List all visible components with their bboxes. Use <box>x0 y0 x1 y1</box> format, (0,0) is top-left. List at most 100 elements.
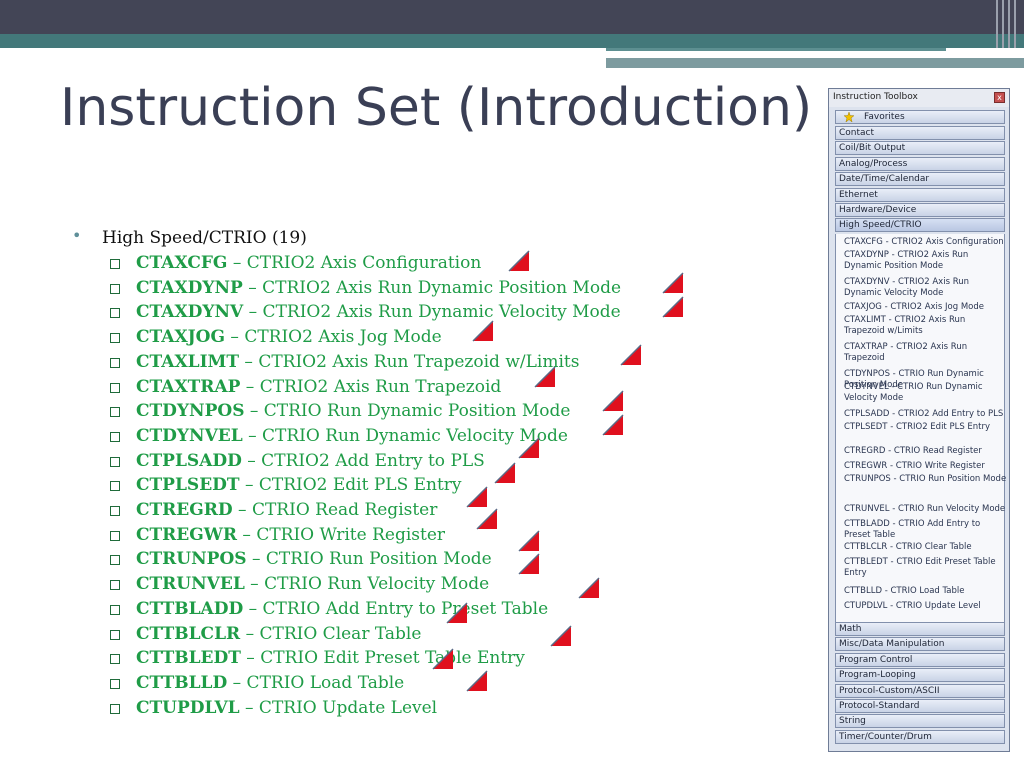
checkbox-bullet-icon <box>110 555 120 566</box>
category-label: Math <box>839 624 862 634</box>
category-label: Coil/Bit Output <box>839 143 906 154</box>
header-bar <box>0 0 1024 34</box>
instruction-desc: – CTRIO Run Velocity Mode <box>244 574 490 595</box>
instruction-line: CTAXLIMT – CTRIO2 Axis Run Trapezoid w/L… <box>136 352 579 372</box>
red-flag-marker-icon <box>518 553 540 575</box>
submenu-item[interactable]: CTUPDLVL - CTRIO Update Level <box>844 601 1008 612</box>
submenu-item[interactable]: CTAXJOG - CTRIO2 Axis Jog Mode <box>844 302 1008 313</box>
category-item[interactable]: Protocol-Standard <box>835 699 1005 713</box>
instruction-desc: – CTRIO Run Position Mode <box>246 549 492 570</box>
instruction-desc: – CTRIO Write Register <box>237 524 446 545</box>
instruction-desc: – CTRIO2 Axis Run Dynamic Velocity Mode <box>243 302 621 323</box>
category-item[interactable]: Misc/Data Manipulation <box>835 637 1005 652</box>
checkbox-bullet-icon <box>110 654 120 665</box>
checkbox-bullet-icon <box>110 431 120 442</box>
category-item[interactable]: Ethernet <box>835 187 1005 202</box>
checkbox-bullet-icon <box>110 481 120 492</box>
red-flag-marker-icon <box>550 625 572 647</box>
category-label: Contact <box>839 128 875 138</box>
header-accent-line <box>606 48 946 51</box>
category-item[interactable]: Analog/Process <box>835 156 1005 171</box>
instruction-line: CTRUNPOS – CTRIO Run Position Mode <box>136 549 492 569</box>
instruction-code: CTTBLCLR <box>136 623 241 644</box>
instruction-desc: – CTRIO2 Axis Run Dynamic Position Mode <box>242 277 622 298</box>
close-icon[interactable]: x <box>994 92 1005 103</box>
instruction-code: CTAXCFG <box>136 253 228 273</box>
category-favorites[interactable]: Favorites <box>835 110 1005 124</box>
submenu-item[interactable]: CTAXLIMT - CTRIO2 Axis Run Trapezoid w/L… <box>844 315 1008 337</box>
instruction-desc: – CTRIO2 Axis Run Trapezoid w/Limits <box>239 351 580 372</box>
instruction-desc: – CTRIO2 Axis Configuration <box>227 253 482 273</box>
category-item[interactable]: Math <box>835 622 1005 636</box>
red-flag-marker-icon <box>432 648 454 670</box>
checkbox-bullet-icon <box>110 703 120 714</box>
submenu-item[interactable]: CTTBLLD - CTRIO Load Table <box>844 586 1008 597</box>
submenu-item[interactable]: CTRUNVEL - CTRIO Run Velocity Mode <box>844 504 1008 515</box>
category-label: High Speed/CTRIO <box>839 220 922 231</box>
checkbox-bullet-icon <box>110 333 120 344</box>
instruction-desc: – CTRIO2 Edit PLS Entry <box>239 475 462 496</box>
submenu-item[interactable]: CTREGRD - CTRIO Read Register <box>844 446 1008 457</box>
category-item[interactable]: Program Control <box>835 652 1005 667</box>
instruction-code: CTAXDYNP <box>136 277 243 298</box>
checkbox-bullet-icon <box>110 382 120 393</box>
submenu-item[interactable]: CTAXTRAP - CTRIO2 Axis Run Trapezoid <box>844 342 1008 364</box>
star-icon <box>844 112 854 122</box>
submenu-item[interactable]: CTTBLCLR - CTRIO Clear Table <box>844 542 1008 553</box>
red-flag-marker-icon <box>578 577 600 599</box>
red-flag-marker-icon <box>508 250 530 272</box>
toolbox-title: Instruction Toolbox <box>833 92 918 102</box>
submenu-item[interactable]: CTREGWR - CTRIO Write Register <box>844 461 1008 472</box>
category-item[interactable]: Contact <box>835 126 1005 140</box>
checkbox-bullet-icon <box>110 407 120 418</box>
category-item[interactable]: High Speed/CTRIO <box>835 218 1005 233</box>
instruction-desc: – CTRIO Add Entry to Preset Table <box>243 598 549 619</box>
instruction-code: CTAXTRAP <box>136 376 241 397</box>
instruction-toolbox: Instruction Toolbox x Favorites Contact C… <box>828 88 1010 752</box>
instruction-desc: – CTRIO2 Axis Jog Mode <box>225 327 442 348</box>
submenu-item[interactable]: CTRUNPOS - CTRIO Run Position Mode <box>844 474 1008 485</box>
instruction-desc: – CTRIO Read Register <box>232 500 438 520</box>
red-flag-marker-icon <box>518 437 540 459</box>
category-item[interactable]: Program-Looping <box>835 668 1005 683</box>
category-item[interactable]: Protocol-Custom/ASCII <box>835 683 1005 698</box>
red-flag-marker-icon <box>602 414 624 436</box>
submenu-item[interactable]: CTAXCFG - CTRIO2 Axis Configuration <box>844 237 1008 248</box>
submenu-item[interactable]: CTAXDYNP - CTRIO2 Axis Run Dynamic Posit… <box>844 250 1008 272</box>
instruction-code: CTAXLIMT <box>136 351 240 372</box>
submenu-item[interactable]: CTAXDYNV - CTRIO2 Axis Run Dynamic Veloc… <box>844 277 1008 299</box>
category-item[interactable]: Date/Time/Calendar <box>835 172 1005 187</box>
submenu-item[interactable]: CTTBLADD - CTRIO Add Entry to Preset Tab… <box>844 519 1008 541</box>
red-flag-marker-icon <box>472 320 494 342</box>
instruction-line: CTTBLADD – CTRIO Add Entry to Preset Tab… <box>136 599 548 619</box>
instruction-code: CTAXDYNV <box>136 302 244 323</box>
bullet-dot-icon: • <box>72 226 82 245</box>
submenu-item[interactable]: CTDYNVEL - CTRIO Run Dynamic Velocity Mo… <box>844 382 1008 404</box>
category-label: Program Control <box>839 654 913 665</box>
category-label: Ethernet <box>839 189 878 200</box>
submenu-item[interactable]: CTTBLEDT - CTRIO Edit Preset Table Entry <box>844 557 1008 579</box>
checkbox-bullet-icon <box>110 506 120 516</box>
instruction-line: CTTBLLD – CTRIO Load Table <box>136 673 404 693</box>
category-label: Date/Time/Calendar <box>839 174 930 185</box>
submenu-item[interactable]: CTPLSEDT - CTRIO2 Edit PLS Entry <box>844 422 1008 433</box>
red-flag-marker-icon <box>466 486 488 508</box>
instruction-line: CTRUNVEL – CTRIO Run Velocity Mode <box>136 574 489 594</box>
submenu-item[interactable]: CTPLSADD - CTRIO2 Add Entry to PLS <box>844 409 1008 420</box>
category-item[interactable]: Timer/Counter/Drum <box>835 729 1005 744</box>
instruction-line: CTREGWR – CTRIO Write Register <box>136 525 445 545</box>
category-item[interactable]: Coil/Bit Output <box>835 141 1005 156</box>
instruction-line: CTUPDLVL – CTRIO Update Level <box>136 698 437 718</box>
red-flag-marker-icon <box>602 390 624 412</box>
instruction-code: CTAXJOG <box>136 327 226 348</box>
instruction-line: CTAXCFG – CTRIO2 Axis Configuration <box>136 253 481 273</box>
category-item[interactable]: String <box>835 714 1005 729</box>
instruction-line: CTDYNVEL – CTRIO Run Dynamic Velocity Mo… <box>136 426 568 446</box>
category-label: Program-Looping <box>839 670 916 681</box>
instruction-code: CTTBLEDT <box>136 648 241 669</box>
red-flag-marker-icon <box>620 344 642 366</box>
section-heading: High Speed/CTRIO (19) <box>102 228 307 248</box>
header-accent-line <box>606 58 1024 68</box>
instruction-desc: – CTRIO Run Dynamic Position Mode <box>244 401 571 422</box>
category-item[interactable]: Hardware/Device <box>835 203 1005 217</box>
